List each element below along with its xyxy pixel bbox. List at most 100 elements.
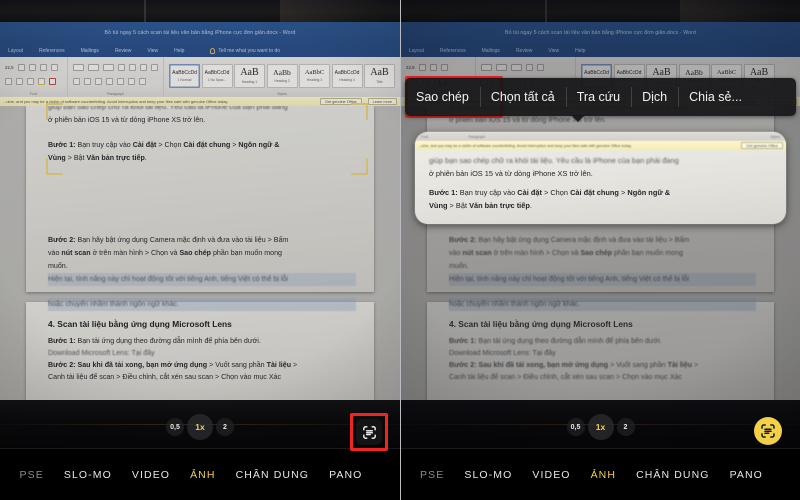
decrease-indent-icon[interactable] <box>118 63 125 71</box>
menu-item-share[interactable]: Chia sẻ... <box>678 78 753 116</box>
zoom-level-selector-left[interactable]: 0,5 1x 2 <box>0 414 400 440</box>
ribbon-tab-references[interactable]: References <box>39 48 65 54</box>
align-left-icon[interactable] <box>73 77 80 85</box>
camera-mode-video[interactable]: VIDEO <box>522 469 580 481</box>
justify-icon[interactable] <box>106 77 113 85</box>
change-case-icon[interactable] <box>440 63 448 71</box>
camera-mode-pano[interactable]: PANO <box>319 469 372 481</box>
bullets-icon[interactable] <box>73 63 84 71</box>
style-card-normal[interactable]: AaBbCcDd 1 Normal <box>169 64 200 88</box>
multilevel-list-icon[interactable] <box>103 63 114 71</box>
clear-formatting-icon[interactable] <box>50 63 58 71</box>
lens-step-1-text: Bạn tải ứng dụng theo đường dẫn mình để … <box>75 337 261 345</box>
ribbon-tab-mailings[interactable]: Mailings <box>81 48 99 54</box>
zoom-button-0-5[interactable]: 0,5 <box>166 418 184 436</box>
subscript-icon[interactable] <box>5 77 12 85</box>
style-card-heading-4[interactable]: AaBbCcDd Heading 4 <box>331 64 363 88</box>
ribbon-tab-review[interactable]: Review <box>115 48 131 54</box>
camera-mode-photo[interactable]: ẢNH <box>180 469 225 481</box>
font-color-icon[interactable] <box>49 77 56 85</box>
paragraph-row-1[interactable] <box>481 60 570 74</box>
word-ribbon-tabs[interactable]: Layout References Mailings Review View H… <box>0 44 400 57</box>
text-effects-icon[interactable] <box>27 77 34 85</box>
multilevel-list-icon[interactable] <box>511 63 522 71</box>
font-size-field[interactable]: 22,5 <box>5 65 14 70</box>
ribbon-tab-view[interactable]: View <box>147 48 158 54</box>
font-size-field[interactable]: 22,5 <box>406 65 415 70</box>
zoom-level-selector-right[interactable]: 0,5 1x 2 <box>401 414 800 440</box>
ribbon-tab-layout[interactable]: Layout <box>8 48 23 54</box>
ribbon-tab-help[interactable]: Help <box>575 48 585 54</box>
step-2-b: nút scan <box>61 249 91 257</box>
camera-mode-slo-mo[interactable]: SLO-MO <box>454 469 522 481</box>
sort-icon[interactable] <box>140 63 147 71</box>
live-text-scan-button[interactable] <box>356 419 382 445</box>
word-ribbon-tabs[interactable]: Layout References Mailings Review View H… <box>401 44 800 57</box>
style-card-no-spacing[interactable]: AaBbCcDd 1 No Spac... <box>201 64 233 88</box>
camera-mode-pano[interactable]: PANO <box>720 469 773 481</box>
live-text-action-menu[interactable]: Sao chép Chọn tất cả Tra cứu Dịch Chia s… <box>405 78 796 122</box>
menu-item-copy[interactable]: Sao chép <box>405 78 480 116</box>
style-card-heading-1[interactable]: AaB Heading 1 <box>234 64 265 88</box>
borders-icon[interactable] <box>139 77 146 85</box>
decrease-indent-icon[interactable] <box>526 63 533 71</box>
camera-mode-slo-mo[interactable]: SLO-MO <box>54 469 122 481</box>
align-right-icon[interactable] <box>95 77 102 85</box>
zoom-button-0-5[interactable]: 0,5 <box>566 418 585 436</box>
style-card-heading-2[interactable]: AaBb Heading 2 <box>266 64 298 88</box>
camera-mode-time-lapse[interactable]: PSE <box>420 469 454 481</box>
zoom-button-1x[interactable]: 1x <box>187 414 213 440</box>
camera-mode-photo[interactable]: ẢNH <box>581 469 626 481</box>
left-screenshot-panel: Bỏ túi ngay 5 cách scan tài liệu văn bản… <box>0 0 400 500</box>
show-marks-icon[interactable] <box>151 63 158 71</box>
live-text-scan-button-active[interactable] <box>754 417 782 445</box>
ribbon-tab-layout[interactable]: Layout <box>409 48 424 54</box>
ribbon-tab-view[interactable]: View <box>548 48 559 54</box>
lens-download-link[interactable]: Download Microsoft Lens: Tại đây <box>48 347 356 359</box>
style-card-heading-3[interactable]: AaBbC Heading 3 <box>299 64 330 88</box>
tell-me-search[interactable]: Tell me what you want to do <box>210 47 280 54</box>
camera-mode-selector-right[interactable]: PSE SLO-MO VIDEO ẢNH CHÂN DUNG PANO <box>401 448 800 500</box>
menu-item-translate[interactable]: Dịch <box>631 78 678 116</box>
camera-mode-portrait[interactable]: CHÂN DUNG <box>226 469 320 481</box>
word-ribbon[interactable]: 22,5 Font <box>0 57 400 97</box>
ribbon-tab-review[interactable]: Review <box>516 48 532 54</box>
font-row-1[interactable]: 22,5 <box>406 60 470 74</box>
paragraph-row-2[interactable] <box>73 74 158 88</box>
font-row-2[interactable] <box>5 74 62 88</box>
zoom-button-2[interactable]: 2 <box>616 418 635 436</box>
style-card-title[interactable]: AaB Title <box>364 64 395 88</box>
font-row-1[interactable]: 22,5 <box>5 60 62 74</box>
ribbon-tab-help[interactable]: Help <box>174 48 184 54</box>
menu-item-select-all[interactable]: Chọn tất cả <box>479 78 566 116</box>
numbering-icon[interactable] <box>88 63 99 71</box>
paragraph-row-1[interactable] <box>73 60 158 74</box>
styles-gallery[interactable]: AaBbCcDd 1 Normal AaBbCcDd 1 No Spac... … <box>169 60 395 88</box>
shrink-font-icon[interactable] <box>429 63 437 71</box>
zoom-button-2[interactable]: 2 <box>216 418 234 436</box>
line-spacing-icon[interactable] <box>117 77 124 85</box>
change-case-icon[interactable] <box>39 63 47 71</box>
ribbon-tab-references[interactable]: References <box>440 48 466 54</box>
camera-mode-selector-left[interactable]: PSE SLO-MO VIDEO ẢNH CHÂN DUNG PANO <box>0 448 400 500</box>
increase-indent-icon[interactable] <box>537 63 544 71</box>
shrink-font-icon[interactable] <box>28 63 36 71</box>
bullets-icon[interactable] <box>481 63 492 71</box>
ribbon-tab-mailings[interactable]: Mailings <box>482 48 500 54</box>
numbering-icon[interactable] <box>496 63 507 71</box>
get-genuine-office-button[interactable]: Get genuine Office <box>319 98 362 105</box>
camera-mode-time-lapse[interactable]: PSE <box>20 469 54 481</box>
zoom-button-1x[interactable]: 1x <box>587 414 614 440</box>
increase-indent-icon[interactable] <box>129 63 136 71</box>
grow-font-icon[interactable] <box>418 63 426 71</box>
camera-mode-video[interactable]: VIDEO <box>122 469 180 481</box>
lens-download-link[interactable]: Download Microsoft Lens: Tại đây <box>449 347 756 359</box>
superscript-icon[interactable] <box>16 77 23 85</box>
align-center-icon[interactable] <box>84 77 91 85</box>
menu-item-lookup[interactable]: Tra cứu <box>565 78 631 116</box>
camera-mode-portrait[interactable]: CHÂN DUNG <box>626 469 720 481</box>
text-highlight-color-icon[interactable] <box>38 77 45 85</box>
shading-icon[interactable] <box>128 77 135 85</box>
learn-more-button[interactable]: Learn more <box>367 98 397 105</box>
grow-font-icon[interactable] <box>17 63 25 71</box>
